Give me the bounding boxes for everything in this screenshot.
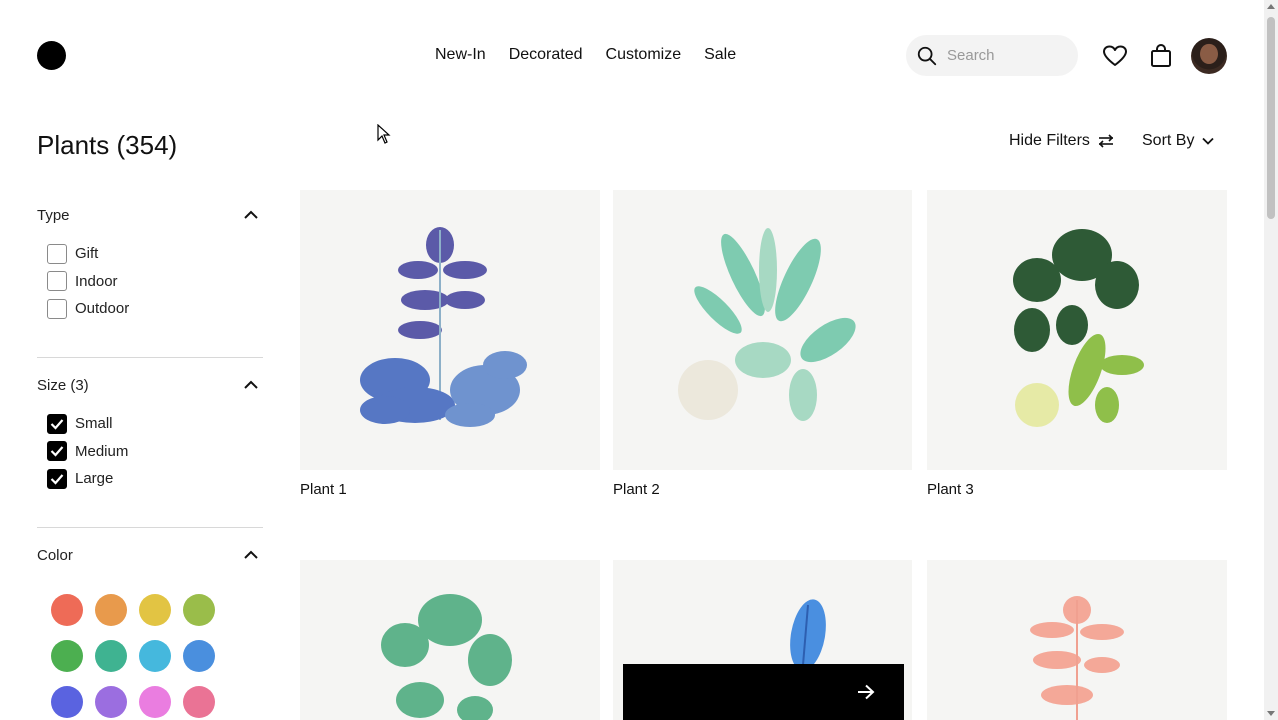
main-nav: New-In Decorated Customize Sale [435, 46, 736, 64]
search-box[interactable] [906, 35, 1078, 76]
hide-filters-button[interactable]: Hide Filters [1009, 132, 1114, 150]
search-icon [917, 46, 937, 65]
color-swatch[interactable] [183, 594, 215, 626]
checkbox[interactable] [47, 243, 67, 264]
check-icon [50, 446, 64, 457]
product-name[interactable]: Plant 1 [300, 481, 600, 498]
color-swatch[interactable] [183, 640, 215, 672]
option-label: Gift [75, 245, 99, 263]
site-header: New-In Decorated Customize Sale [0, 0, 1264, 100]
chevron-up-icon [244, 210, 258, 219]
color-swatch[interactable] [51, 594, 83, 626]
scroll-down-arrow[interactable] [1267, 711, 1275, 716]
filter-color: Color [37, 545, 263, 718]
filter-option-large[interactable]: Large [37, 465, 263, 493]
color-swatch[interactable] [139, 686, 171, 718]
scrollbar-thumb[interactable] [1267, 17, 1275, 219]
filter-option-outdoor[interactable]: Outdoor [37, 295, 263, 323]
checkbox-checked[interactable] [47, 441, 67, 462]
sort-by-label: Sort By [1142, 132, 1195, 149]
filter-option-indoor[interactable]: Indoor [37, 268, 263, 296]
plant-illustration [1013, 229, 1144, 427]
bag-icon[interactable] [1150, 44, 1172, 68]
nav-item-customize[interactable]: Customize [606, 46, 682, 64]
mouse-cursor-icon [377, 124, 391, 144]
filter-sliders-icon [1098, 134, 1114, 148]
checkbox[interactable] [47, 298, 67, 319]
filter-size: Size (3) Small Medium Large [37, 375, 263, 493]
color-swatch[interactable] [139, 594, 171, 626]
scrollbar[interactable] [1264, 0, 1278, 720]
plant-illustration [360, 227, 527, 427]
chevron-up-icon [244, 380, 258, 389]
product-card[interactable]: Plant 2 [613, 190, 912, 498]
nav-item-new-in[interactable]: New-In [435, 46, 486, 64]
product-card[interactable]: Plant 1 [300, 190, 600, 498]
filter-type-header[interactable]: Type [37, 205, 263, 225]
color-swatch[interactable] [95, 686, 127, 718]
checkbox-checked[interactable] [47, 413, 67, 434]
check-icon [50, 474, 64, 485]
checkbox-checked[interactable] [47, 468, 67, 489]
search-input[interactable] [947, 47, 1067, 64]
plant-illustration [381, 594, 512, 720]
option-label: Large [75, 470, 114, 488]
color-swatch[interactable] [139, 640, 171, 672]
divider [37, 357, 263, 358]
divider [37, 527, 263, 528]
filter-size-label: Size (3) [37, 376, 89, 394]
option-label: Outdoor [75, 300, 130, 318]
product-image[interactable] [927, 560, 1227, 720]
logo[interactable] [37, 41, 66, 70]
color-swatch[interactable] [183, 686, 215, 718]
filter-option-medium[interactable]: Medium [37, 438, 263, 466]
option-label: Medium [75, 442, 129, 460]
product-image[interactable] [613, 190, 912, 470]
page-title: Plants (354) [37, 130, 178, 160]
product-name[interactable]: Plant 3 [927, 481, 1227, 498]
scroll-up-arrow[interactable] [1267, 4, 1275, 9]
product-image[interactable] [300, 190, 600, 470]
color-swatch[interactable] [51, 640, 83, 672]
color-swatch[interactable] [51, 686, 83, 718]
plant-illustration [678, 228, 856, 421]
avatar[interactable] [1191, 38, 1227, 74]
option-label: Small [75, 415, 113, 433]
heart-icon[interactable] [1103, 45, 1127, 67]
filter-option-gift[interactable]: Gift [37, 240, 263, 268]
filter-option-small[interactable]: Small [37, 410, 263, 438]
bottom-banner[interactable] [623, 664, 904, 720]
color-swatch[interactable] [95, 594, 127, 626]
chevron-up-icon [244, 550, 258, 559]
filter-size-header[interactable]: Size (3) [37, 375, 263, 395]
color-swatch[interactable] [95, 640, 127, 672]
filter-type: Type Gift Indoor Outdoor [37, 205, 263, 323]
product-name[interactable]: Plant 2 [613, 481, 912, 498]
filter-type-label: Type [37, 206, 70, 224]
check-icon [50, 419, 64, 430]
arrow-right-icon[interactable] [857, 684, 875, 700]
product-card[interactable]: Plant 3 [927, 190, 1227, 498]
plant-illustration [1030, 596, 1124, 720]
color-swatches [37, 594, 263, 718]
product-image[interactable] [300, 560, 600, 720]
option-label: Indoor [75, 272, 118, 290]
sort-by-dropdown[interactable]: Sort By [1142, 132, 1215, 150]
hide-filters-label: Hide Filters [1009, 132, 1090, 149]
nav-item-sale[interactable]: Sale [704, 46, 736, 64]
product-card[interactable] [927, 560, 1227, 720]
filter-color-header[interactable]: Color [37, 545, 263, 565]
checkbox[interactable] [47, 271, 67, 292]
product-card[interactable] [300, 560, 600, 720]
nav-item-decorated[interactable]: Decorated [509, 46, 583, 64]
filter-color-label: Color [37, 546, 73, 564]
chevron-down-icon [1202, 137, 1215, 145]
product-image[interactable] [927, 190, 1227, 470]
